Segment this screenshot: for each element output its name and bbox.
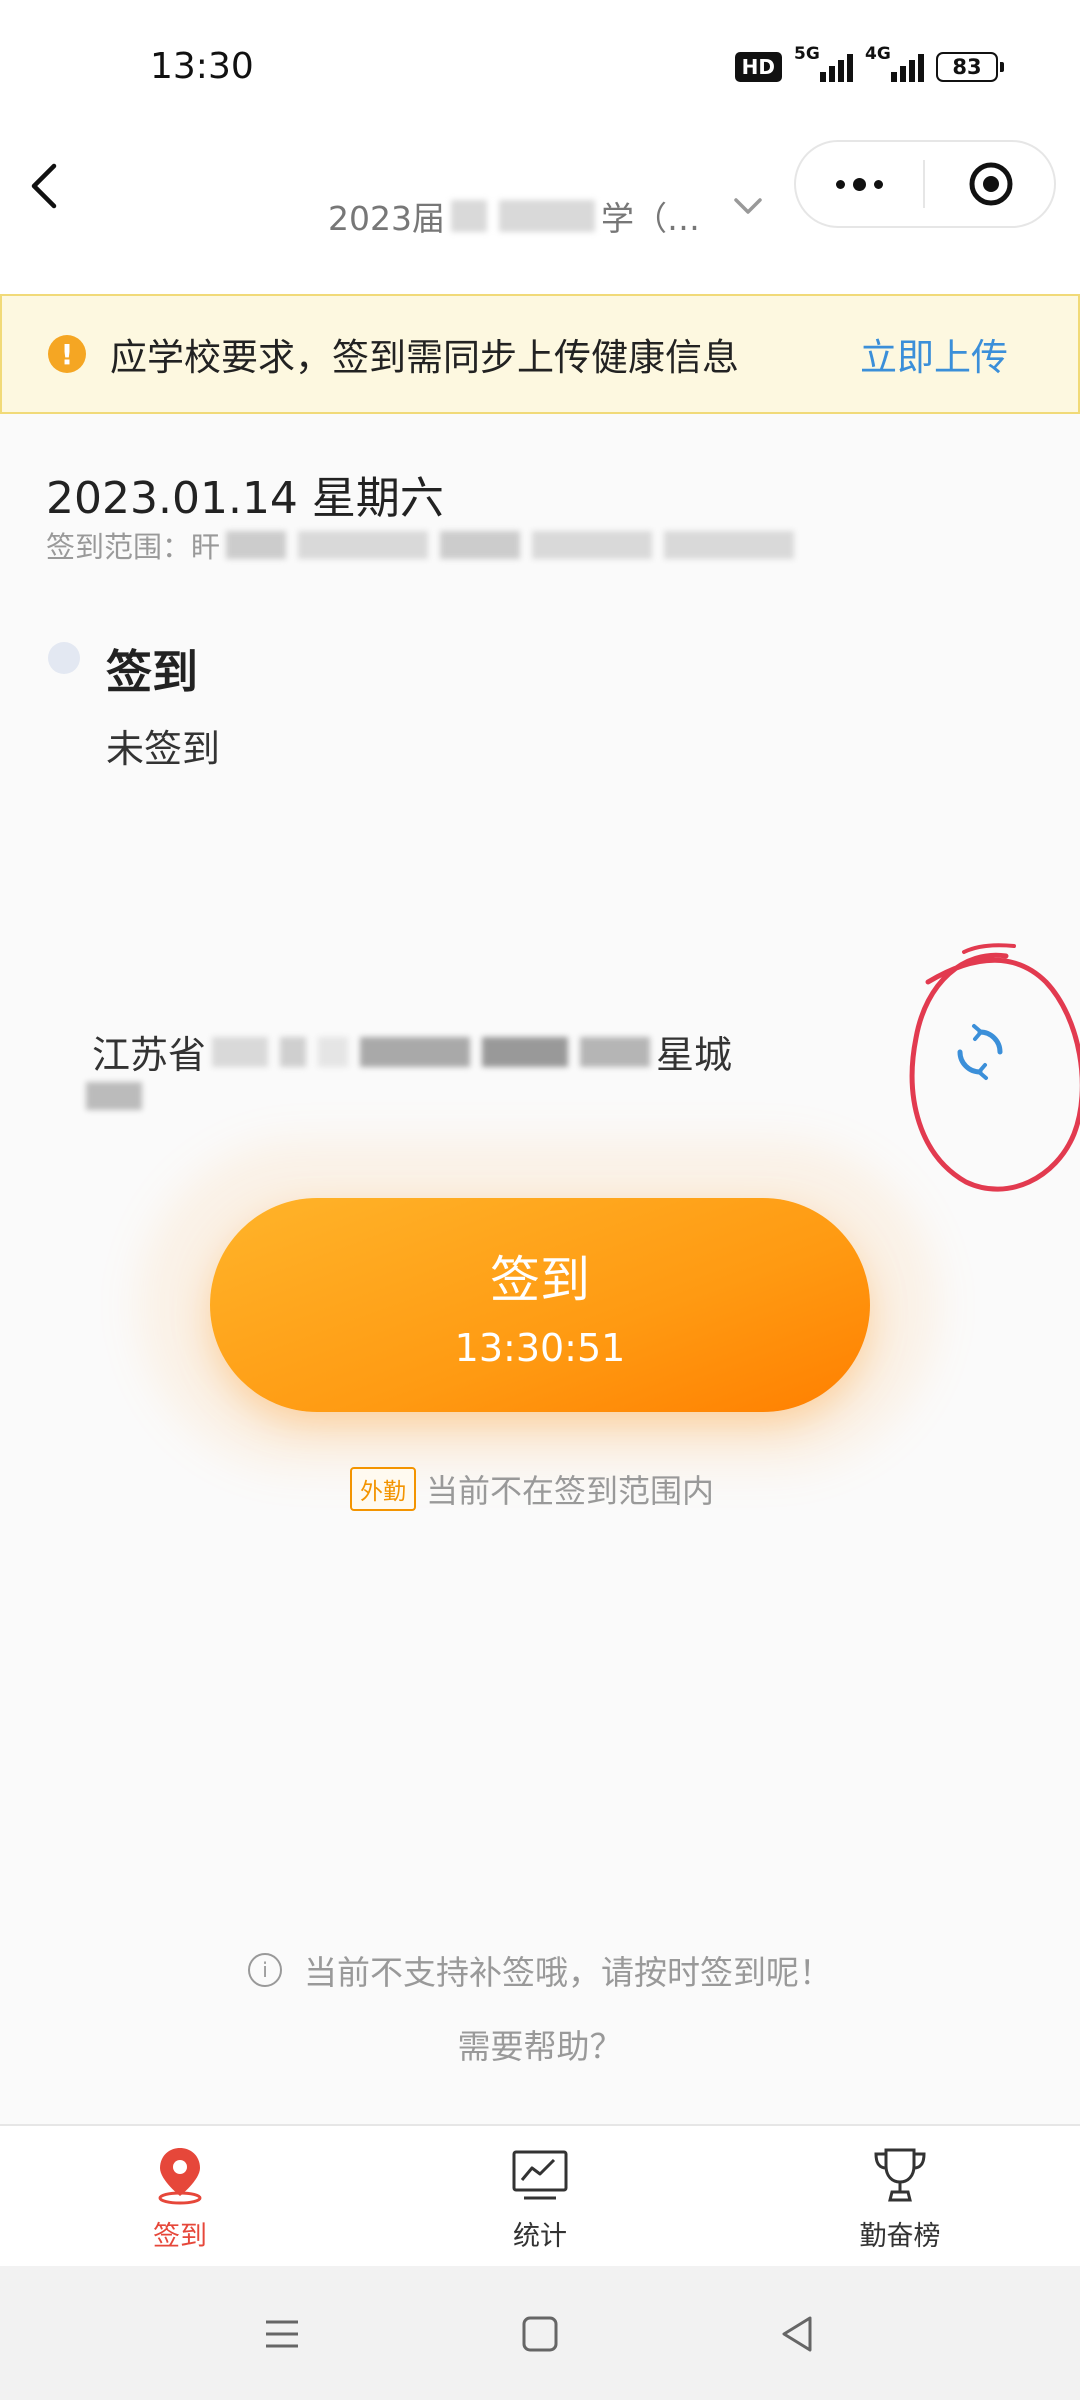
- tab-label: 统计: [513, 2221, 567, 2252]
- screen: 13:30 HD 5G 4G 83 2023届 学（… ! 应学校要求，签到需同…: [0, 0, 1080, 2400]
- checkin-title: 签到: [106, 645, 198, 699]
- tab-statistics[interactable]: 统计: [460, 2144, 620, 2264]
- redacted-block: [212, 1036, 269, 1067]
- date-label: 2023.01.14 星期六: [46, 473, 444, 524]
- checkin-range: 签到范围：盰: [46, 524, 800, 566]
- redacted-block: [532, 531, 653, 559]
- system-nav-bar: [0, 2266, 1080, 2400]
- redacted-block: [580, 1036, 651, 1067]
- tab-label: 签到: [153, 2221, 207, 2252]
- tab-checkin[interactable]: 签到: [100, 2144, 260, 2264]
- upload-now-link[interactable]: 立即上传: [860, 327, 1008, 381]
- field-work-badge: 外勤: [350, 1467, 416, 1511]
- exclamation-icon: !: [48, 335, 86, 373]
- battery-icon: 83: [936, 52, 1004, 82]
- redacted-block: [86, 1082, 142, 1110]
- miniapp-capsule: [794, 140, 1056, 228]
- checkin-button[interactable]: 签到 13:30:51: [210, 1198, 870, 1412]
- redacted-block: [482, 1036, 569, 1067]
- tab-leaderboard[interactable]: 勤奋榜: [820, 2144, 980, 2264]
- checkin-button-time: 13:30:51: [454, 1326, 626, 1370]
- target-close-icon[interactable]: [928, 142, 1054, 226]
- page-title[interactable]: 2023届 学（…: [328, 192, 700, 240]
- menu-icon[interactable]: [258, 2310, 306, 2358]
- bottom-tab-bar: 签到 统计 勤奋榜: [0, 2124, 1080, 2268]
- redacted-block: [360, 1036, 471, 1067]
- checkin-button-label: 签到: [490, 1251, 590, 1309]
- chevron-down-icon[interactable]: [728, 186, 768, 226]
- location-prefix: 江苏省: [92, 1033, 207, 1077]
- nav-bar: 2023届 学（…: [0, 140, 1080, 294]
- red-circle-annotation: [909, 943, 1080, 1192]
- back-triangle-icon[interactable]: [774, 2310, 822, 2358]
- redacted-block: [498, 200, 595, 232]
- signal-5g-icon: 5G: [794, 44, 853, 82]
- health-notice-banner: ! 应学校要求，签到需同步上传健康信息 立即上传: [0, 294, 1080, 414]
- notice-text: 应学校要求，签到需同步上传健康信息: [110, 336, 739, 379]
- range-label: 签到范围：盰: [46, 530, 221, 564]
- tab-label: 勤奋榜: [859, 2221, 941, 2252]
- out-of-range-status: 外勤 当前不在签到范围内: [350, 1466, 714, 1512]
- current-location: 江苏省 星城: [92, 1024, 922, 1079]
- info-icon: i: [248, 1953, 282, 1987]
- redacted-block: [298, 531, 429, 559]
- status-bar: 13:30 HD 5G 4G 83: [0, 0, 1080, 140]
- out-of-range-text: 当前不在签到范围内: [426, 1472, 715, 1510]
- home-square-icon[interactable]: [516, 2310, 564, 2358]
- checkin-status: 未签到: [106, 727, 221, 771]
- signal-4g-icon: 4G: [865, 44, 924, 82]
- redacted-block: [450, 200, 487, 232]
- hd-voice-icon: HD: [734, 52, 782, 82]
- chevron-left-icon[interactable]: [16, 156, 76, 216]
- page-title-prefix: 2023届: [328, 199, 445, 238]
- capsule-divider: [923, 160, 925, 208]
- redacted-block: [318, 1036, 349, 1067]
- redacted-block: [280, 1036, 307, 1067]
- makeup-info-text: 当前不支持补签哦，请按时签到呢！: [304, 1953, 832, 1992]
- redacted-block: [226, 531, 287, 559]
- trophy-icon: [874, 2148, 926, 2202]
- page-title-suffix: 学（…: [600, 199, 700, 238]
- help-link[interactable]: 需要帮助？: [0, 2020, 1080, 2068]
- location-pin-icon: [158, 2148, 202, 2205]
- location-suffix: 星城: [656, 1033, 733, 1077]
- chart-icon: [512, 2150, 568, 2200]
- more-dots-icon[interactable]: [796, 142, 922, 226]
- makeup-info: i 当前不支持补签哦，请按时签到呢！: [248, 1946, 832, 1994]
- timeline-dot: [48, 642, 80, 674]
- redacted-block: [664, 531, 795, 559]
- status-icons: HD 5G 4G 83: [734, 44, 1004, 82]
- redacted-block: [440, 531, 521, 559]
- status-time: 13:30: [150, 46, 254, 87]
